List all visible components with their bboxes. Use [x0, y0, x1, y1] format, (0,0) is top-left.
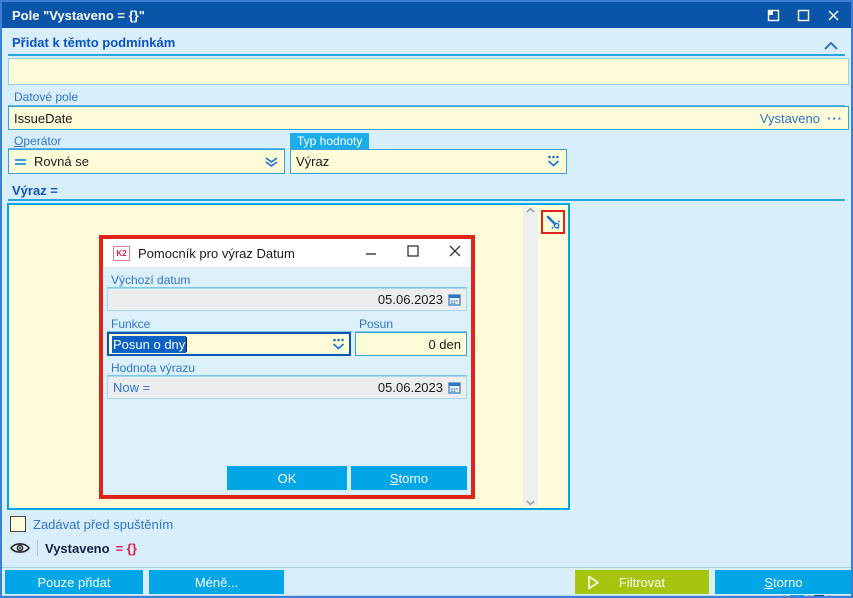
less-button[interactable]: Méně... — [149, 570, 284, 594]
function-value-selected: Posun o dny — [112, 335, 187, 353]
expression-value-input[interactable]: Now = 05.06.2023 — [107, 376, 467, 399]
function-combo[interactable]: Posun o dny — [107, 332, 351, 356]
data-field-value: IssueDate — [14, 110, 73, 126]
eye-icon[interactable] — [10, 541, 30, 555]
maximize-window-icon[interactable] — [795, 7, 811, 23]
equals-icon — [14, 157, 27, 167]
expression-scrollbar[interactable] — [523, 207, 538, 506]
minimize-dialog-icon[interactable] — [365, 244, 377, 262]
divider — [37, 540, 38, 556]
shift-input[interactable]: 0 den — [355, 332, 467, 356]
dialog-ok-button[interactable]: OK — [227, 466, 347, 490]
cancel-button[interactable]: Storno — [715, 570, 851, 594]
operator-label-accel: O — [14, 134, 24, 148]
default-date-label: Výchozí datum — [111, 273, 191, 287]
expression-value-date: 05.06.2023 — [377, 380, 443, 395]
condition-preview-row: Vystaveno = {} — [10, 540, 137, 556]
window-controls — [765, 7, 841, 23]
data-field-caption: Vystaveno — [759, 110, 820, 126]
play-icon — [587, 575, 600, 590]
chevron-down-icon[interactable] — [264, 156, 279, 168]
shift-value: 0 den — [428, 336, 461, 352]
window-titlebar: Pole "Vystaveno = {}" — [2, 2, 851, 28]
divider — [2, 567, 851, 568]
close-window-icon[interactable] — [825, 7, 841, 23]
window-title: Pole "Vystaveno = {}" — [12, 7, 145, 23]
data-field-label: Datové pole — [14, 90, 79, 104]
ok-button-label: OK — [277, 470, 297, 486]
shift-label: Posun — [359, 317, 394, 331]
operator-combo[interactable]: Rovná se — [8, 149, 285, 174]
maximize-dialog-icon[interactable] — [407, 244, 419, 262]
value-type-label: Typ hodnoty — [290, 133, 370, 150]
value-type-value: Výraz — [296, 154, 330, 169]
dots-chevron-down-icon[interactable] — [331, 338, 346, 351]
filter-condition-window: Pole "Vystaveno = {}" Přidat k těmto pod… — [0, 0, 853, 598]
operator-label-rest: perátor — [23, 134, 62, 148]
dialog-cancel-button[interactable]: Storno — [351, 466, 467, 490]
magic-wand-icon — [546, 215, 560, 229]
cancel-rest: torno — [773, 574, 803, 590]
divider — [8, 199, 845, 201]
operator-label: Operátor — [14, 134, 61, 148]
cancel-accel: S — [764, 574, 774, 590]
text-caret — [186, 336, 188, 352]
dialog-controls — [365, 244, 461, 262]
preview-field-name: Vystaveno — [45, 540, 110, 556]
add-condition-input[interactable] — [8, 58, 849, 85]
cancel-rest: torno — [398, 470, 429, 486]
divider — [8, 54, 845, 56]
calendar-icon[interactable] — [448, 381, 461, 394]
preview-field-value: = {} — [115, 540, 137, 556]
add-only-label: Pouze přidat — [37, 574, 111, 590]
default-date-input[interactable]: 05.06.2023 — [107, 288, 467, 311]
less-label: Méně... — [194, 574, 239, 590]
dots-chevron-down-icon[interactable] — [546, 155, 561, 168]
scroll-up-icon — [526, 207, 535, 213]
k2-logo-icon: K2 — [113, 245, 130, 261]
default-date-value: 05.06.2023 — [377, 292, 443, 307]
data-field-input[interactable]: IssueDate Vystaveno ··· — [8, 106, 849, 130]
cancel-accel: S — [389, 470, 399, 486]
expression-header: Výraz = — [12, 183, 58, 198]
calendar-icon[interactable] — [448, 293, 461, 306]
ask-before-run-label: Zadávat před spuštěním — [33, 517, 174, 532]
restore-window-icon[interactable] — [765, 7, 781, 23]
expression-value-label: Hodnota výrazu — [111, 361, 196, 375]
date-expression-helper-dialog: K2 Pomocník pro výraz Datum Výchozí datu… — [99, 235, 475, 499]
scroll-down-icon — [526, 500, 535, 506]
value-type-combo[interactable]: Výraz — [290, 149, 567, 174]
add-only-button[interactable]: Pouze přidat — [5, 570, 143, 594]
expression-helper-wand-button[interactable] — [541, 210, 565, 234]
lookup-ellipsis-button[interactable]: ··· — [827, 111, 843, 126]
expression-value-prefix: Now = — [113, 380, 151, 395]
add-conditions-header: Přidat k těmto podmínkám — [12, 35, 176, 50]
dialog-title: Pomocník pro výraz Datum — [138, 245, 295, 261]
ask-before-run-checkbox[interactable] — [10, 516, 26, 532]
close-dialog-icon[interactable] — [449, 244, 461, 262]
dialog-titlebar: K2 Pomocník pro výraz Datum — [103, 239, 471, 268]
filter-button[interactable]: Filtrovat — [575, 570, 709, 594]
function-label: Funkce — [111, 317, 151, 331]
filter-label: Filtrovat — [618, 574, 666, 590]
operator-value: Rovná se — [34, 154, 89, 169]
